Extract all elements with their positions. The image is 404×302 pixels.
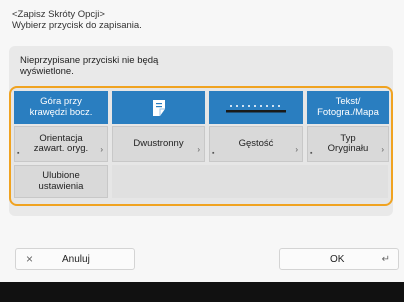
tile-ulubione-ustawienia[interactable]: Ulubione ustawienia <box>14 165 108 198</box>
tile-tekst-fotografia-mapa[interactable]: Tekst/ Fotogra./Mapa <box>307 91 389 124</box>
corner-mark-icon: ▪ <box>310 149 313 157</box>
close-icon: × <box>26 252 34 266</box>
tile-typ-label-2: Oryginału <box>327 143 369 154</box>
ok-button[interactable]: OK ↵ <box>279 248 399 270</box>
tile-gestosc[interactable]: Gęstość ▪ › <box>209 126 303 162</box>
tile-dwustronny-label: Dwustronny <box>133 137 184 149</box>
tile-orientacja-zawartosci[interactable]: Orientacja zawart. oryg. ▪ › <box>14 126 108 162</box>
tile-tekst-label-2: Fotogra./Mapa <box>317 106 379 118</box>
tile-orientacja-label-2: zawart. oryg. <box>33 143 89 154</box>
tile-typ-oryginalu[interactable]: Typ Oryginału ▪ › <box>307 126 389 162</box>
page-title: <Zapisz Skróty Opcji> <box>12 9 105 20</box>
notice-line-2: wyświetlone. <box>20 66 74 77</box>
empty-slot-area <box>112 165 388 198</box>
chevron-right-icon: › <box>100 144 103 154</box>
tile-gora-label-1: Góra przy <box>40 96 82 107</box>
tile-tekst-label-1: Tekst/ <box>335 96 361 107</box>
tile-gestosc-label: Gęstość <box>238 137 274 149</box>
tile-gora-label-2: krawędzi bocz. <box>29 106 93 118</box>
tile-ulubione-label-2: ustawienia <box>38 180 84 192</box>
page-header: <Zapisz Skróty Opcji> Wybierz przycisk d… <box>12 9 392 31</box>
corner-mark-icon: ▪ <box>17 149 20 157</box>
tile-dwustronny[interactable]: Dwustronny › <box>112 126 205 162</box>
ok-label: OK <box>330 254 345 265</box>
cancel-button[interactable]: × Anuluj <box>15 248 135 270</box>
tile-density-icon[interactable] <box>209 91 303 124</box>
enter-icon: ↵ <box>381 254 390 265</box>
chevron-right-icon: › <box>295 144 298 154</box>
chevron-right-icon: › <box>381 144 384 154</box>
tile-gora-przy-krawedzi[interactable]: Góra przy krawędzi bocz. <box>14 91 108 124</box>
cancel-label: Anuluj <box>62 254 90 265</box>
density-scale-icon <box>226 104 286 112</box>
instruction-text: Wybierz przycisk do zapisania. <box>12 20 142 31</box>
bottom-bar <box>0 282 404 302</box>
duplex-page-icon <box>152 99 165 116</box>
notice-line-1: Nieprzypisane przyciski nie będą <box>20 55 159 66</box>
chevron-right-icon: › <box>197 144 200 154</box>
unassigned-notice: Nieprzypisane przyciski nie będą wyświet… <box>20 55 220 77</box>
tile-duplex-icon[interactable] <box>112 91 205 124</box>
tile-ulubione-label-1: Ulubione <box>42 170 80 181</box>
corner-mark-icon: ▪ <box>212 149 215 157</box>
